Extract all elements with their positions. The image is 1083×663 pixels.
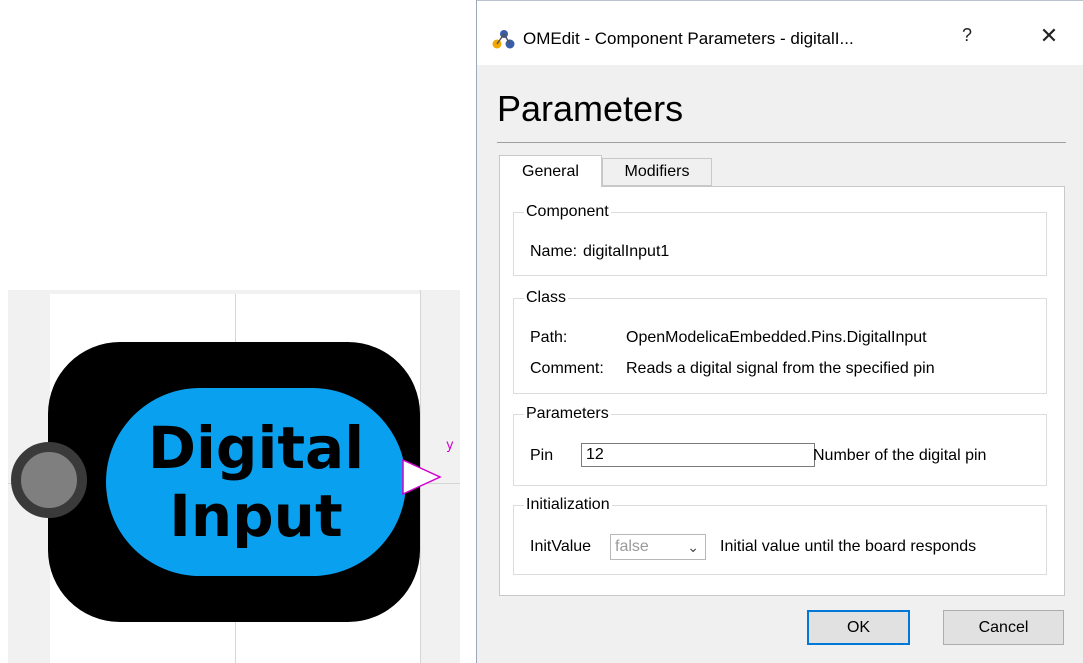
- comment-value: Reads a digital signal from the specifie…: [626, 360, 935, 377]
- close-button[interactable]: ✕: [1037, 23, 1061, 49]
- pin-description: Number of the digital pin: [813, 447, 987, 464]
- component-parameters-dialog: OMEdit - Component Parameters - digitalI…: [476, 0, 1083, 663]
- pin-input[interactable]: 12: [581, 443, 815, 467]
- name-value: digitalInput1: [583, 243, 670, 260]
- initvalue-selected: false: [615, 538, 649, 555]
- block-label-line1: Digital: [147, 414, 365, 482]
- group-title: Class: [524, 289, 569, 307]
- group-title: Component: [524, 203, 611, 221]
- path-value: OpenModelicaEmbedded.Pins.DigitalInput: [626, 329, 927, 346]
- heading-divider: [497, 142, 1066, 143]
- output-port-icon[interactable]: [402, 457, 442, 497]
- page-title: Parameters: [497, 88, 684, 129]
- cancel-button[interactable]: Cancel: [943, 610, 1064, 645]
- diagram-canvas[interactable]: Digital Input y: [8, 290, 460, 663]
- group-title: Initialization: [524, 496, 612, 514]
- class-group: Class Path: OpenModelicaEmbedded.Pins.Di…: [513, 289, 1047, 394]
- component-group: Component Name: digitalInput1: [513, 203, 1047, 276]
- tab-general[interactable]: General: [499, 155, 602, 187]
- digital-input-block[interactable]: Digital Input: [48, 342, 420, 622]
- block-label-line2: Input: [169, 482, 343, 550]
- comment-label: Comment:: [530, 360, 604, 377]
- parameters-group: Parameters Pin 12 Number of the digital …: [513, 405, 1047, 486]
- input-port[interactable]: [11, 442, 87, 518]
- output-port-label: y: [446, 438, 454, 453]
- omedit-app-icon: [492, 30, 515, 49]
- name-label: Name:: [530, 243, 578, 260]
- initvalue-select[interactable]: false ⌄: [610, 534, 706, 560]
- window-title: OMEdit - Component Parameters - digitalI…: [523, 29, 854, 48]
- path-label: Path:: [530, 329, 568, 346]
- initvalue-description: Initial value until the board responds: [720, 538, 977, 555]
- block-body: Digital Input: [106, 388, 406, 576]
- title-bar[interactable]: OMEdit - Component Parameters - digitalI…: [477, 0, 1083, 65]
- initialization-group: Initialization InitValue false ⌄ Initial…: [513, 496, 1047, 575]
- group-title: Parameters: [524, 405, 611, 423]
- help-button[interactable]: ?: [957, 25, 977, 46]
- chevron-down-icon: ⌄: [687, 539, 699, 555]
- ok-button[interactable]: OK: [807, 610, 910, 645]
- initvalue-label: InitValue: [530, 538, 592, 555]
- pin-label: Pin: [530, 447, 554, 464]
- tab-modifiers[interactable]: Modifiers: [602, 158, 712, 186]
